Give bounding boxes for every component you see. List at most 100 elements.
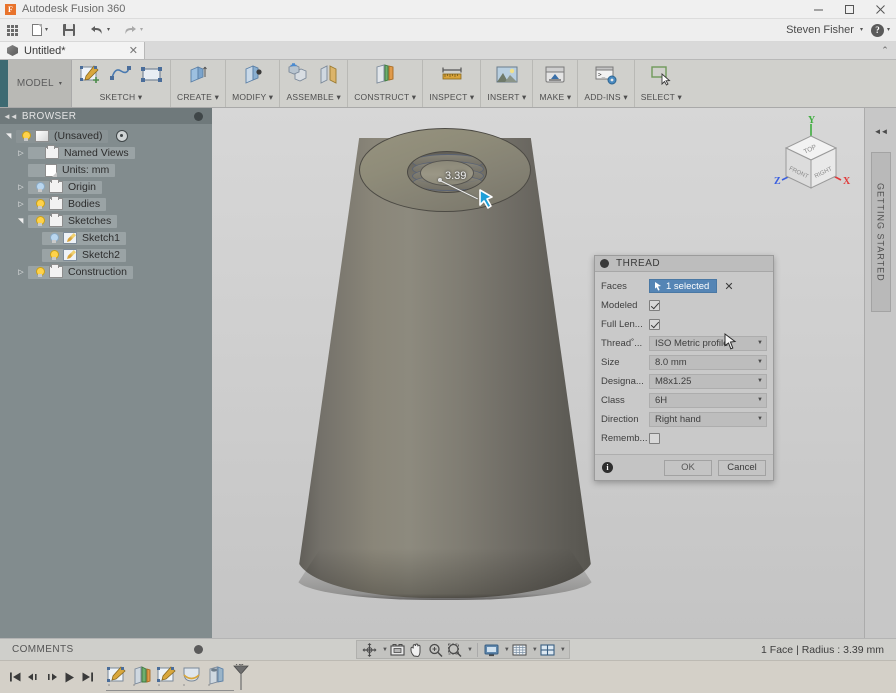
extrude-icon[interactable] [186,63,210,87]
timeline-feature-hole[interactable] [206,664,228,686]
chevron-down-icon[interactable]: ▼ [467,647,473,653]
3d-viewport[interactable]: 3.39 Y Z X TOP FRONT RIGHT THREAD Faces … [212,108,864,638]
close-button[interactable] [865,0,896,19]
activate-component-icon[interactable] [116,130,129,142]
chevron-down-icon[interactable]: ▾ [860,27,863,33]
class-dropdown[interactable]: 6H ▼ [649,392,767,408]
thread-type-dropdown[interactable]: ISO Metric profile ▼ [649,335,767,351]
collapse-left-icon[interactable]: ◄◄ [3,112,18,121]
timeline-feature-fillet[interactable] [181,664,203,686]
designation-dropdown[interactable]: M8x1.25 ▼ [649,373,767,389]
chevron-down-icon[interactable]: ▼ [532,647,538,653]
document-tab-untitled[interactable]: Untitled* ✕ [0,42,145,59]
maximize-button[interactable] [834,0,865,19]
expand-arrow-icon[interactable] [14,268,28,276]
visibility-bulb-icon[interactable] [47,249,60,262]
visibility-bulb-icon[interactable] [33,215,46,228]
tree-item-unsaved[interactable]: (Unsaved) [0,128,212,144]
comments-panel-header[interactable]: COMMENTS [0,638,212,661]
new-component-icon[interactable] [286,63,310,87]
scripts-addins-icon[interactable]: >_ [594,63,618,87]
display-settings-icon[interactable] [483,642,500,658]
ribbon-group-label[interactable]: INSPECT ▾ [429,92,474,103]
expand-arrow-icon[interactable] [14,200,28,208]
getting-started-tab[interactable]: GETTING STARTED [870,152,891,312]
tree-item-sketch2[interactable]: Sketch2 [0,247,212,263]
timeline-feature-sketch2[interactable] [156,664,178,686]
orbit-icon[interactable] [361,642,378,658]
undo-button[interactable]: ▾ [86,19,114,41]
app-grid-icon[interactable] [7,24,18,36]
press-pull-icon[interactable] [241,63,265,87]
expand-arrow-icon[interactable] [14,149,28,157]
visibility-bulb-icon[interactable] [19,130,32,143]
save-button[interactable] [59,19,79,41]
ribbon-group-label[interactable]: ADD-INS ▾ [584,92,627,103]
tree-item-bodies[interactable]: Bodies [0,196,212,212]
faces-selection-button[interactable]: 1 selected [649,279,718,293]
tree-item-sketches[interactable]: Sketches [0,213,212,229]
visibility-bulb-icon[interactable] [33,198,46,211]
user-name-label[interactable]: Steven Fisher [786,24,854,36]
spline-icon[interactable] [109,63,133,87]
timeline-feature-sketch1[interactable] [106,664,128,686]
play-icon[interactable] [60,666,78,688]
pan-icon[interactable] [408,642,425,658]
insert-image-icon[interactable] [495,63,519,87]
expand-arrow-icon[interactable] [14,183,28,191]
fit-icon[interactable] [446,642,463,658]
grid-snaps-icon[interactable] [511,642,528,658]
expand-arrow-icon[interactable] [2,132,16,140]
ribbon-group-label[interactable]: MAKE ▾ [539,92,571,103]
ribbon-group-label[interactable]: ASSEMBLE ▾ [286,92,340,103]
browser-settings-icon[interactable] [194,111,203,121]
ribbon-group-label[interactable]: SKETCH ▾ [100,92,143,103]
look-at-icon[interactable] [389,642,406,658]
select-icon[interactable] [649,63,673,87]
ok-button[interactable]: OK [664,459,712,476]
offset-plane-icon[interactable] [373,63,397,87]
go-to-beginning-icon[interactable] [6,666,24,688]
tree-item-sketch1[interactable]: Sketch1 [0,230,212,246]
go-to-end-icon[interactable] [78,666,96,688]
tree-item-named-views[interactable]: Named Views [0,145,212,161]
ribbon-group-label[interactable]: CONSTRUCT ▾ [354,92,416,103]
create-sketch-icon[interactable] [78,63,102,87]
size-dropdown[interactable]: 8.0 mm ▼ [649,354,767,370]
tree-item-construction[interactable]: Construction [0,264,212,280]
ribbon-group-label[interactable]: SELECT ▾ [641,92,682,103]
thread-dialog[interactable]: THREAD Faces 1 selected ✕ Modeled Full L… [594,255,774,481]
expand-arrow-icon[interactable] [14,217,28,225]
visibility-bulb-icon[interactable] [33,266,46,279]
view-cube[interactable]: Y Z X TOP FRONT RIGHT [768,114,854,206]
dialog-header[interactable]: THREAD [595,256,773,272]
3d-print-icon[interactable] [543,63,567,87]
close-icon[interactable]: ✕ [117,44,138,57]
help-icon[interactable]: ? [870,23,884,37]
direction-dropdown[interactable]: Right hand ▼ [649,411,767,427]
redo-button[interactable]: ▾ [119,19,147,41]
chevron-down-icon[interactable]: ▾ [887,27,890,33]
remember-checkbox[interactable] [649,432,660,444]
new-document-button[interactable]: ▾ [28,19,52,41]
tree-item-units[interactable]: Units: mm [0,162,212,178]
timeline-feature-revolve[interactable] [131,664,153,686]
ribbon-group-label[interactable]: CREATE ▾ [177,92,219,103]
dialog-menu-icon[interactable] [600,259,609,268]
full-length-checkbox[interactable] [649,318,660,330]
joint-icon[interactable] [317,63,341,87]
ribbon-group-label[interactable]: MODIFY ▾ [232,92,273,103]
viewports-icon[interactable] [539,642,556,658]
step-forward-icon[interactable] [42,666,60,688]
timeline-marker-icon[interactable] [233,662,249,690]
tree-item-origin[interactable]: Origin [0,179,212,195]
workspace-switcher-model[interactable]: MODEL ▾ [8,60,72,107]
zoom-icon[interactable] [427,642,444,658]
chevron-up-icon[interactable]: ⌃ [874,42,896,59]
clear-selection-icon[interactable]: ✕ [724,280,733,293]
comments-settings-icon[interactable] [194,645,203,654]
visibility-bulb-icon[interactable] [47,232,60,245]
minimize-button[interactable] [803,0,834,19]
modeled-checkbox[interactable] [649,299,660,311]
chevron-down-icon[interactable]: ▼ [560,647,566,653]
